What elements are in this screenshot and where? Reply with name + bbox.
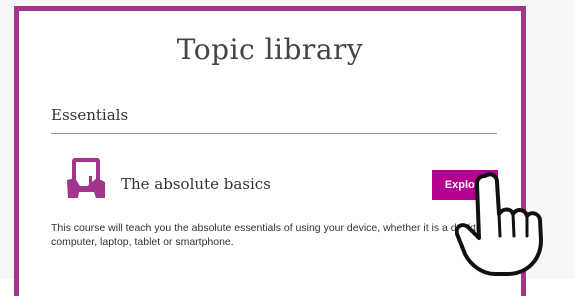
page-title: Topic library (176, 33, 364, 66)
tablet-hands-icon (63, 156, 109, 202)
section-heading: Essentials (51, 106, 129, 124)
course-title: The absolute basics (121, 175, 271, 193)
course-description: This course will teach you the absolute … (51, 222, 488, 248)
section-divider (51, 133, 497, 134)
topic-library-panel: Topic library Essentials The absolute ba… (14, 6, 526, 296)
pointing-hand-cursor-icon (454, 170, 573, 278)
